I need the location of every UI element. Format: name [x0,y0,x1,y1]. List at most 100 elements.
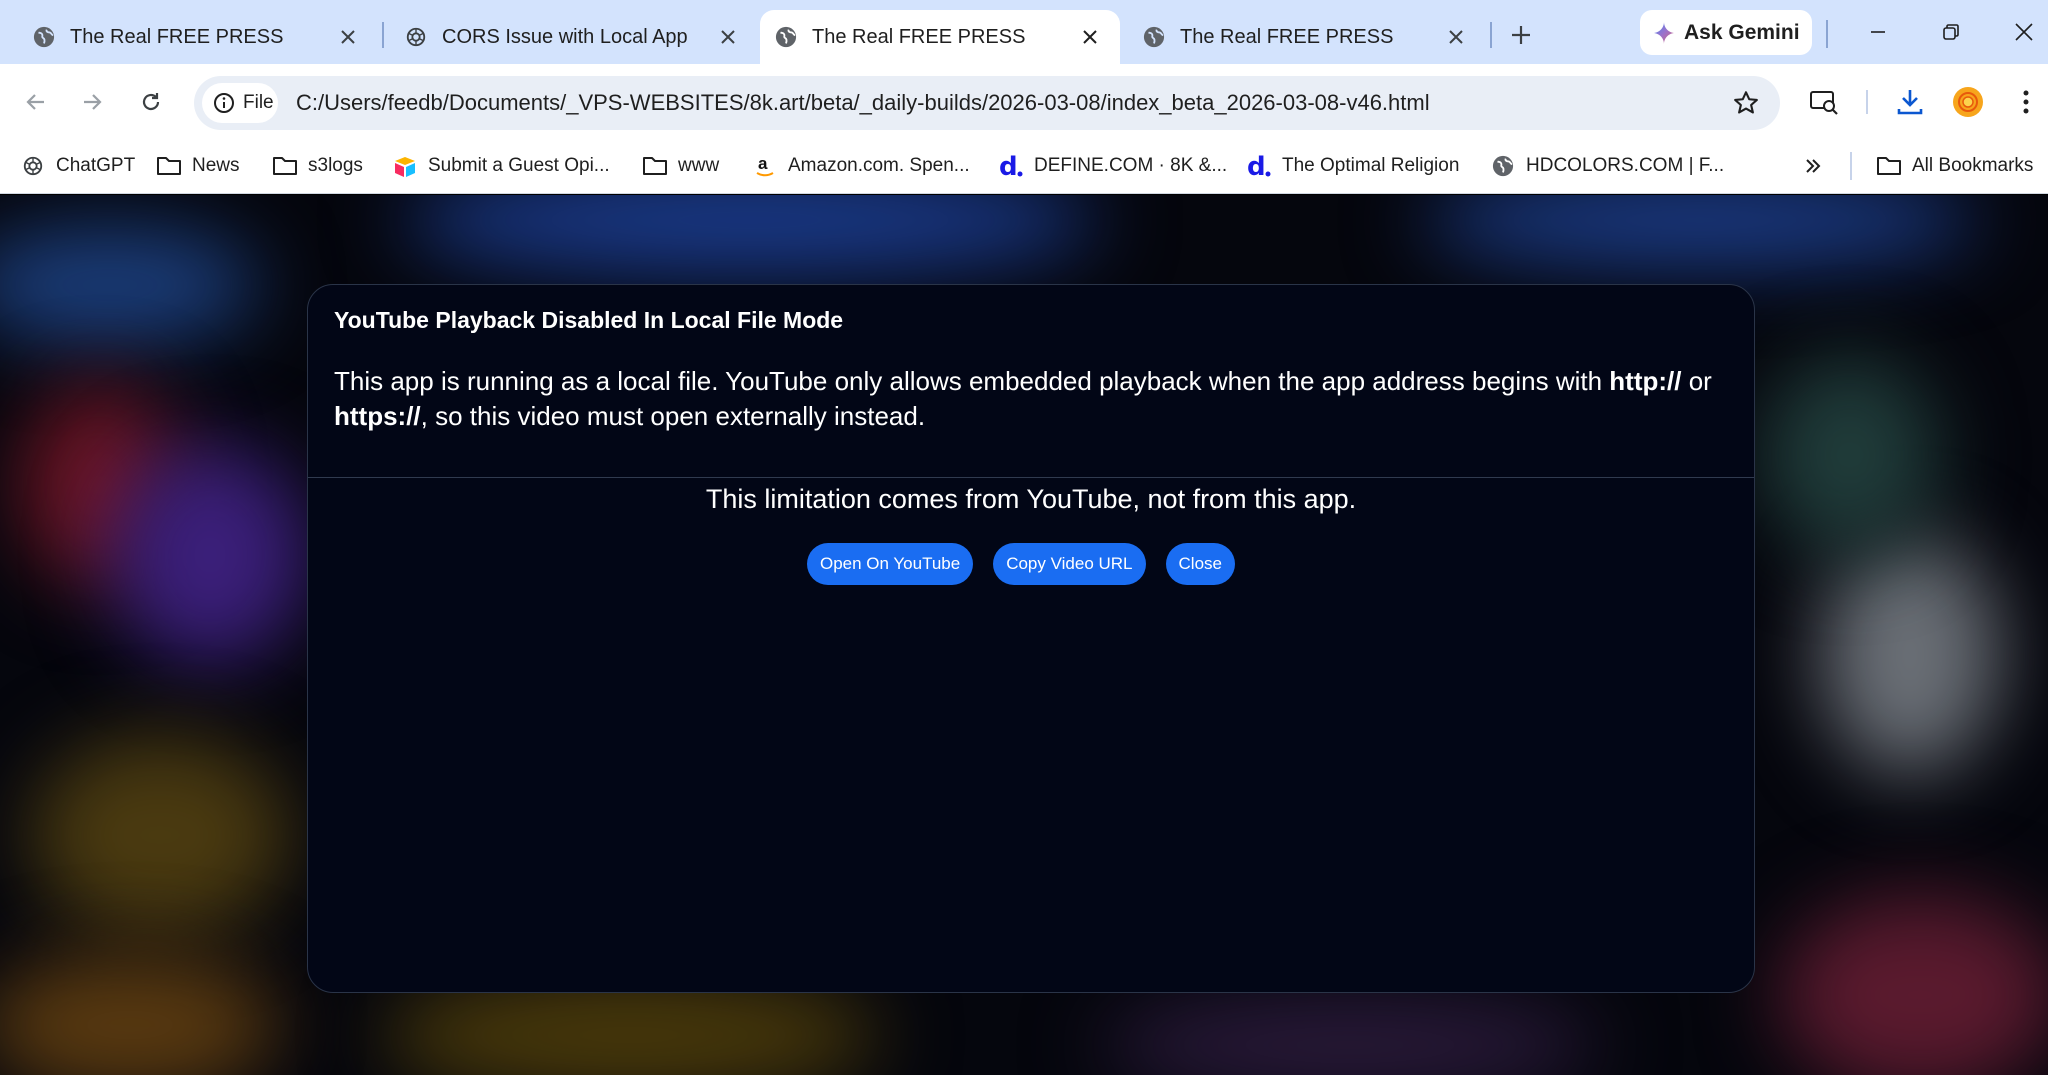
bookmark-folder-s3logs[interactable]: s3logs [272,140,363,192]
bookmark-amazon[interactable]: a Amazon.com. Spen... [752,140,970,192]
background-blur [30,735,290,935]
background-blur [0,955,280,1075]
bookmark-label: DEFINE.COM · 8K &... [1034,155,1228,176]
bookmark-label: The Optimal Religion [1282,155,1460,176]
tab-divider [1490,22,1492,48]
svg-text:a: a [758,154,768,173]
dialog-note: This limitation comes from YouTube, not … [705,484,1357,514]
open-on-youtube-button[interactable]: Open On YouTube [806,543,974,585]
amazon-icon: a [752,153,778,179]
address-bar[interactable]: File C:/Users/feedb/Documents/_VPS-WEBSI… [194,76,1780,130]
bookmark-label: www [678,155,720,176]
toolbar-divider [1866,90,1868,114]
bookmark-folder-www[interactable]: www [642,140,719,192]
ask-gemini-button[interactable]: Ask Gemini [1640,10,1812,55]
background-blur [1820,535,2000,775]
message-text: or [1681,366,1712,396]
background-blur [1420,195,1980,265]
close-icon [2015,23,2033,41]
dialog-header: YouTube Playback Disabled In Local File … [308,285,1754,478]
menu-button[interactable] [2006,82,2046,122]
dialog-message: This app is running as a local file. You… [334,364,1728,434]
message-http: http:// [1609,366,1682,396]
new-tab-button[interactable] [1504,18,1538,52]
lens-search-button[interactable] [1804,82,1844,122]
bookmark-label: News [192,155,240,176]
close-dialog-button[interactable]: Close [1165,543,1235,585]
bookmark-chatgpt[interactable]: ChatGPT [20,140,135,192]
bookmark-folder-news[interactable]: News [156,140,240,192]
bookmark-star-icon[interactable] [1732,89,1760,117]
site-info-chip[interactable]: File [202,83,278,123]
background-blur [0,225,260,345]
minimize-icon [1871,31,1885,33]
bookmark-label: s3logs [308,155,363,176]
downloads-button[interactable] [1890,82,1930,122]
tab-2[interactable]: CORS Issue with Local App [378,10,758,64]
close-window-button[interactable] [2002,14,2046,50]
all-bookmarks-button[interactable]: All Bookmarks [1876,140,2033,192]
arrow-left-icon [26,94,44,110]
bookmarks-divider [1850,152,1852,180]
tab-4[interactable]: The Real FREE PRESS [1110,10,1486,64]
bookmark-label: Amazon.com. Spen... [788,155,970,176]
info-icon [213,92,235,114]
message-text: This app is running as a local file. You… [334,366,1610,396]
globe-icon [32,25,56,49]
restore-icon [1943,24,1959,40]
back-button[interactable] [16,82,56,122]
tab-strip: The Real FREE PRESS CORS Issue with Loca… [0,0,2048,64]
profile-avatar[interactable] [1948,82,1988,122]
close-icon[interactable] [334,23,362,51]
page-content: YouTube Playback Disabled In Local File … [0,195,2048,1075]
close-icon[interactable] [1442,23,1470,51]
reload-icon [142,93,160,111]
ask-gemini-label: Ask Gemini [1684,20,1800,44]
tab-title: The Real FREE PRESS [1180,25,1394,48]
bookmark-hdcolors[interactable]: HDCOLORS.COM | F... [1490,140,1724,192]
dialog-actions: Open On YouTube Copy Video URL Close [288,543,1754,585]
folder-icon [642,153,668,179]
dialog-title: YouTube Playback Disabled In Local File … [334,307,844,333]
bookmark-optimal-religion[interactable]: d The Optimal Religion [1246,140,1459,192]
restore-button[interactable] [1929,14,1973,50]
tab-3-active[interactable]: The Real FREE PRESS [760,10,1120,64]
globe-icon [1490,153,1516,179]
minimize-button[interactable] [1856,14,1900,50]
define-d-icon: d [998,152,1024,180]
browser-toolbar: File C:/Users/feedb/Documents/_VPS-WEBSI… [0,64,2048,140]
url-text[interactable]: C:/Users/feedb/Documents/_VPS-WEBSITES/8… [296,76,1430,130]
airtable-icon [392,153,418,179]
double-chevron-right-icon [1800,153,1826,179]
bookmark-define[interactable]: d DEFINE.COM · 8K &... [998,140,1227,192]
globe-icon [1142,25,1166,49]
background-blur [110,445,310,665]
arrow-right-icon [84,94,102,110]
globe-icon [774,25,798,49]
background-blur [1760,355,1940,555]
screen-search-icon [1810,91,1838,115]
youtube-disabled-dialog: YouTube Playback Disabled In Local File … [307,284,1755,993]
window-controls-divider [1826,20,1828,48]
copy-video-url-button[interactable]: Copy Video URL [993,543,1146,585]
chatgpt-icon [404,25,428,49]
tab-1[interactable]: The Real FREE PRESS [0,10,378,64]
bookmark-label: HDCOLORS.COM | F... [1526,155,1725,176]
folder-icon [272,153,298,179]
background-blur [1100,995,1600,1075]
svg-text:d: d [1247,152,1266,180]
bookmark-guest-opinion[interactable]: Submit a Guest Opi... [392,140,610,192]
all-bookmarks-label: All Bookmarks [1912,155,2034,176]
define-d-icon: d [1246,152,1272,180]
bookmarks-overflow-button[interactable] [1800,140,1836,192]
close-icon[interactable] [1076,23,1104,51]
background-blur [400,195,1100,275]
close-icon[interactable] [714,23,742,51]
reload-button[interactable] [131,82,171,122]
svg-text:d: d [999,152,1018,180]
message-https: https:// [334,401,421,431]
message-text: , so this video must open externally ins… [420,401,926,431]
bookmark-label: ChatGPT [56,155,136,176]
plus-icon [1512,26,1530,44]
forward-button[interactable] [72,82,112,122]
